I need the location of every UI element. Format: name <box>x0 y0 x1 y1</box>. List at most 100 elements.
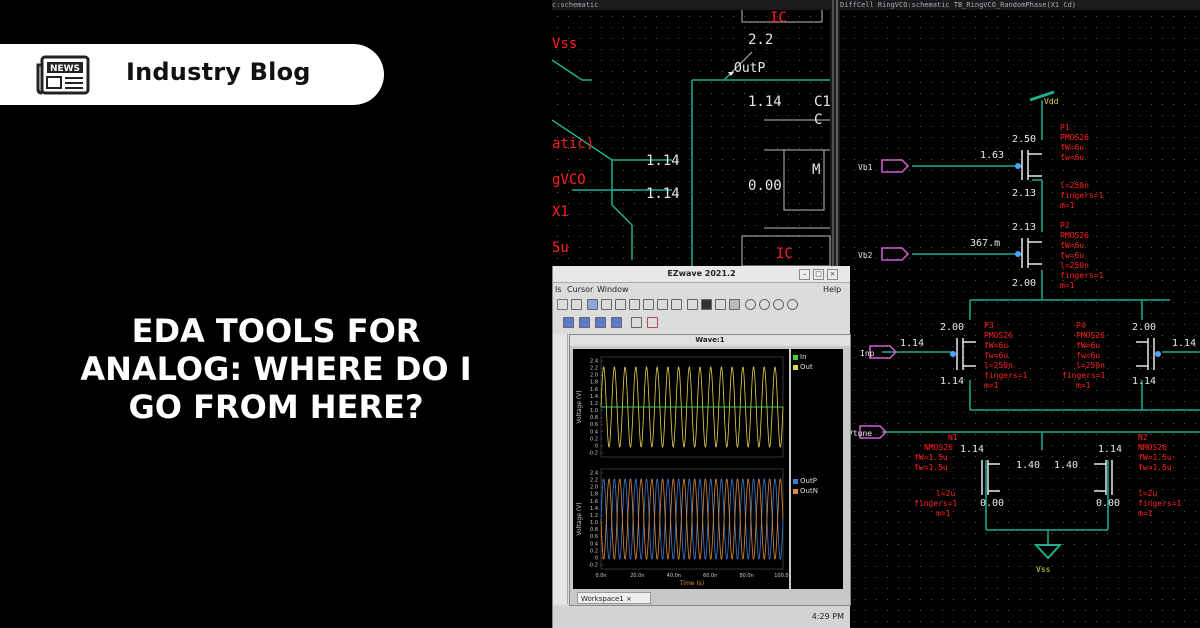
node-value: 2.50 <box>1012 134 1036 145</box>
y-tick-label: 1.2 <box>590 401 598 407</box>
x-tick-label: 100.0n <box>774 573 789 579</box>
headline-line: ANALOG: WHERE DO I <box>80 350 472 388</box>
svg-text:fW=6u: fW=6u <box>1076 341 1100 350</box>
svg-text:l=250n: l=250n <box>1076 361 1105 370</box>
layout-icon[interactable] <box>579 317 590 328</box>
schematic-label: C <box>814 112 822 128</box>
cursor-icon[interactable] <box>687 299 698 310</box>
wave-window: Wave:1 2.4 2.2 2.0 1.8 1.6 1.4 1.2 1.0 0.8 0.6 0.4… <box>569 334 851 606</box>
svg-text:m=1: m=1 <box>1138 509 1153 518</box>
grid-icon[interactable] <box>631 317 642 328</box>
wave-outn <box>600 478 784 560</box>
y-tick-label: 0.4 <box>590 429 598 435</box>
waveform-plot[interactable]: 2.4 2.2 2.0 1.8 1.6 1.4 1.2 1.0 0.8 0.6 0.4 0.2 0 -0.… <box>573 349 792 589</box>
svg-text:P4: P4 <box>1076 321 1086 330</box>
copy-icon[interactable] <box>615 299 626 310</box>
svg-text:fw=6u: fw=6u <box>1060 153 1084 162</box>
undo-icon[interactable] <box>557 299 568 310</box>
svg-text:N2: N2 <box>1138 433 1148 442</box>
node-value: 0.00 <box>980 498 1004 509</box>
zoom-in-icon[interactable] <box>745 299 756 310</box>
svg-text:fingers=1: fingers=1 <box>1138 499 1182 508</box>
close-icon[interactable]: × <box>827 269 838 280</box>
y-tick-label: 1.0 <box>590 408 598 414</box>
y-tick-label: 2.4 <box>590 359 598 365</box>
svg-text:m=1: m=1 <box>936 509 951 518</box>
svg-text:NMOS26: NMOS26 <box>1138 443 1167 452</box>
add-cursor-icon[interactable] <box>701 299 712 310</box>
newspaper-icon: NEWS <box>36 55 90 95</box>
svg-text:P1: P1 <box>1060 123 1070 132</box>
workspace-tab[interactable]: Workspace1 × <box>577 592 651 604</box>
layout-icon[interactable] <box>611 317 622 328</box>
schematic-label: OutP <box>734 61 765 76</box>
minimize-icon[interactable]: – <box>799 269 810 280</box>
pin-label: Vb1 <box>858 163 873 172</box>
svg-text:P3: P3 <box>984 321 994 330</box>
svg-text:l=250n: l=250n <box>984 361 1013 370</box>
y-tick-label: 0.8 <box>590 415 598 421</box>
ezwave-window: EZwave 2021.2 – □ × ls Cursor Window Hel… <box>552 266 851 628</box>
zoom-fit-icon[interactable] <box>773 299 784 310</box>
schematic-label: 1.14 <box>748 94 782 110</box>
category-badge[interactable]: NEWS Industry Blog <box>0 44 384 105</box>
toolbar-row-1 <box>557 299 847 311</box>
net-label-vss: Vss <box>1036 565 1051 574</box>
layout-icon[interactable] <box>595 317 606 328</box>
menu-window[interactable]: Window <box>597 283 629 296</box>
zoom-area-icon[interactable] <box>787 299 798 310</box>
cut-icon[interactable] <box>629 299 640 310</box>
y-tick-label: 0.4 <box>590 541 598 547</box>
svg-text:fW=6u: fW=6u <box>1060 241 1084 250</box>
svg-text:fingers=1: fingers=1 <box>984 371 1028 380</box>
schematic-label: X1 <box>552 204 569 220</box>
legend-item-out[interactable]: Out <box>793 363 813 371</box>
svg-text:N1: N1 <box>948 433 958 442</box>
menu-cursor[interactable]: Cursor <box>567 283 593 296</box>
node-value: 2.00 <box>940 322 964 333</box>
open-icon[interactable] <box>587 299 598 310</box>
status-bar: 4:29 PM <box>553 606 850 628</box>
svg-text:fW=6u: fW=6u <box>1060 143 1084 152</box>
legend-item-outn[interactable]: OutN <box>793 487 818 495</box>
node-value: 2.13 <box>1012 222 1036 233</box>
schematic-label: 0.00 <box>748 178 782 194</box>
menu-help[interactable]: Help <box>823 283 841 296</box>
legend-item-outp[interactable]: OutP <box>793 477 817 485</box>
node-value: 1.40 <box>1016 460 1040 471</box>
print-icon[interactable] <box>657 299 668 310</box>
y-tick-label: 0.2 <box>590 548 598 554</box>
svg-text:fw=6u: fw=6u <box>1076 351 1100 360</box>
save-icon[interactable] <box>601 299 612 310</box>
redo-icon[interactable] <box>571 299 582 310</box>
svg-text:PMOS26: PMOS26 <box>1060 133 1089 142</box>
x-tick-label: 0.0n <box>595 573 606 579</box>
probe-icon[interactable] <box>671 299 682 310</box>
move-icon[interactable] <box>715 299 726 310</box>
schematic-label: gVCO <box>552 172 586 188</box>
y-tick-label: 2.0 <box>590 373 598 379</box>
y-tick-label: 0.8 <box>590 527 598 533</box>
schematic-label: M <box>812 162 820 178</box>
layout-icon[interactable] <box>563 317 574 328</box>
svg-text:l=250n: l=250n <box>1060 181 1089 190</box>
menu-file[interactable]: ls <box>555 283 561 296</box>
select-icon[interactable] <box>729 299 740 310</box>
zoom-out-icon[interactable] <box>759 299 770 310</box>
schematic-label: Vss <box>552 36 577 52</box>
svg-text:m=1: m=1 <box>1060 281 1075 290</box>
svg-text:NMOS26: NMOS26 <box>924 443 953 452</box>
waveform-icon[interactable] <box>647 317 658 328</box>
node-value: 1.14 <box>960 444 984 455</box>
svg-text:l=250n: l=250n <box>1060 261 1089 270</box>
ezwave-titlebar[interactable]: EZwave 2021.2 – □ × <box>553 266 850 283</box>
schematic-label: IC <box>776 246 793 262</box>
x-tick-label: 20.0n <box>630 573 644 579</box>
node-value: 1.14 <box>1132 376 1156 387</box>
y-tick-label: 2.4 <box>590 471 598 477</box>
y-tick-label: 1.4 <box>590 506 598 512</box>
maximize-icon[interactable]: □ <box>813 269 824 280</box>
paste-icon[interactable] <box>643 299 654 310</box>
legend-item-in[interactable]: In <box>793 353 807 361</box>
node-value: 1.40 <box>1054 460 1078 471</box>
